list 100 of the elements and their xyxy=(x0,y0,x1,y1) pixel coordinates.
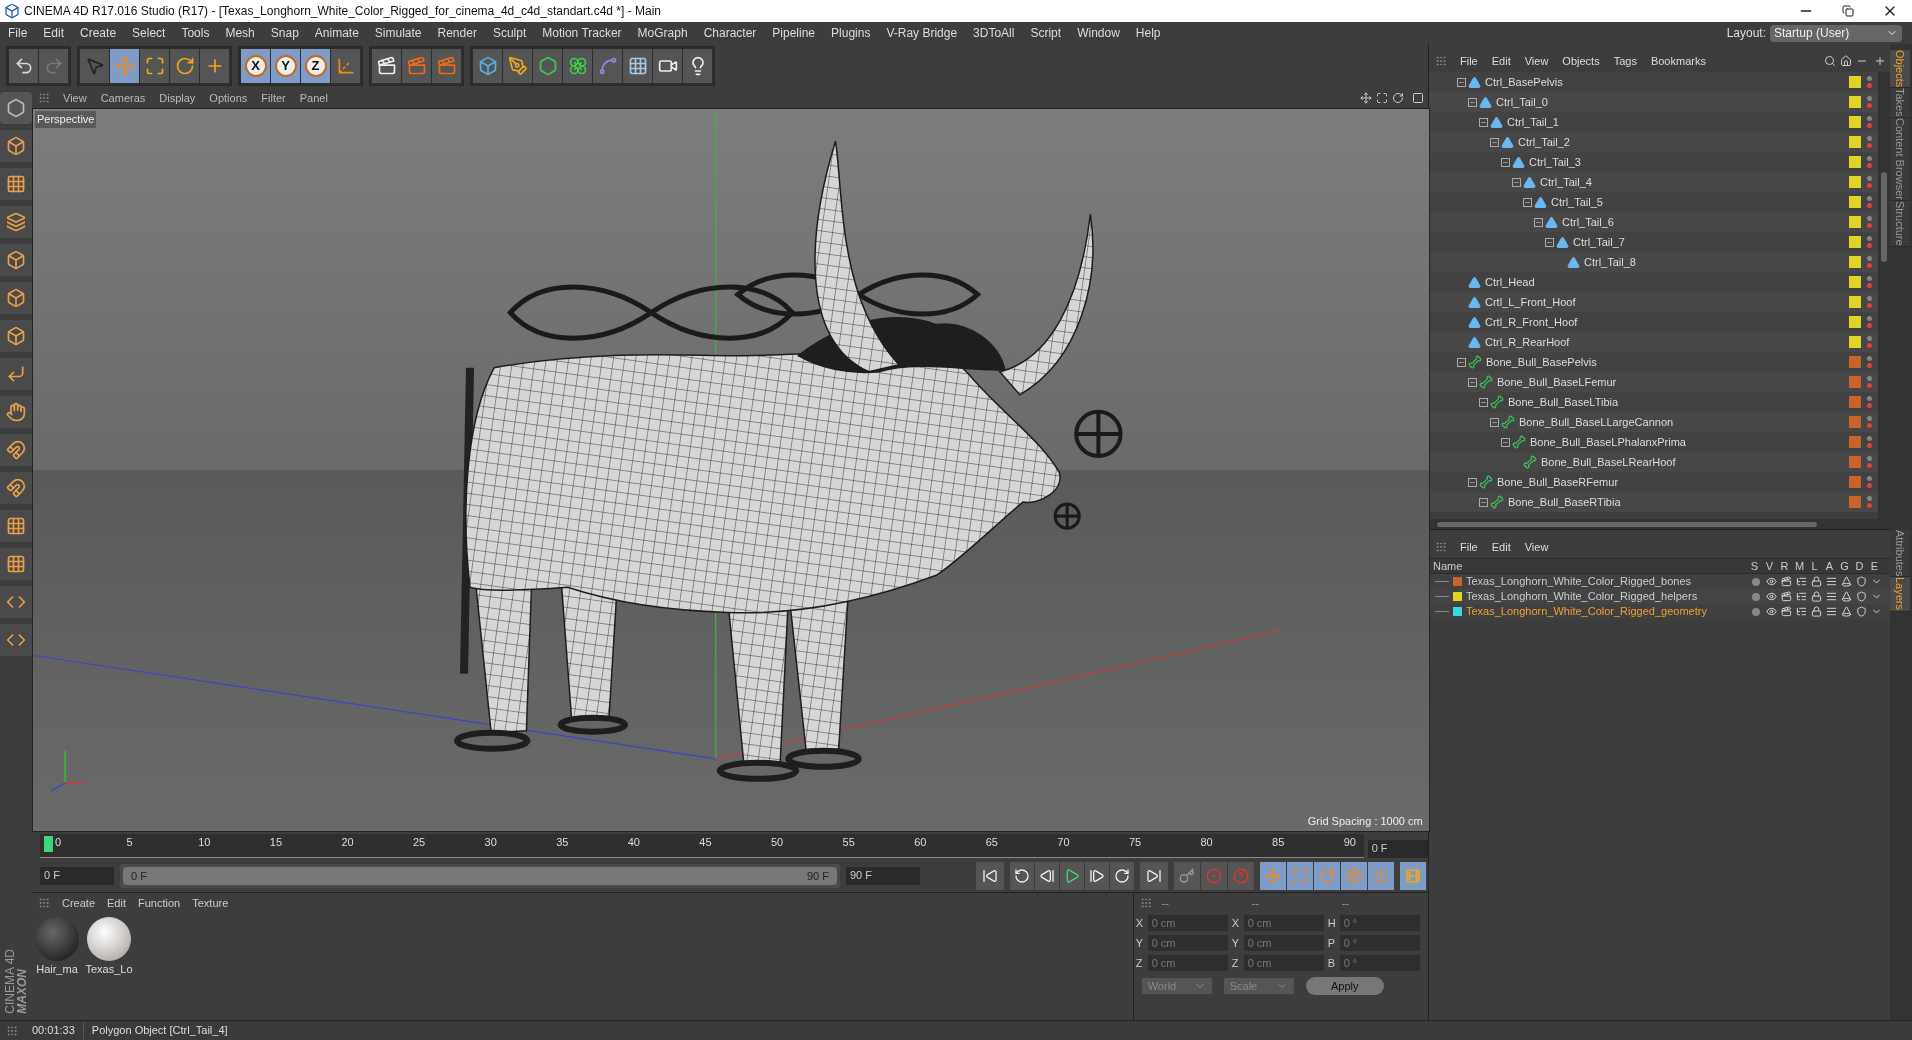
material-name[interactable]: Hair_ma xyxy=(36,961,78,978)
visibility-dots-icon[interactable] xyxy=(1867,196,1872,208)
object-row[interactable]: Crtl_R_Front_Hoof xyxy=(1429,312,1878,332)
object-menu-item[interactable]: File xyxy=(1453,52,1485,70)
visibility-dots-icon[interactable] xyxy=(1867,456,1872,468)
object-menu-item[interactable]: Edit xyxy=(1484,52,1518,70)
object-name[interactable]: Ctrl_Tail_8 xyxy=(1584,253,1636,271)
floor-tool-button[interactable] xyxy=(623,49,652,83)
object-name[interactable]: Ctrl_Tail_0 xyxy=(1496,93,1548,111)
collapse-icon[interactable] xyxy=(1512,177,1521,187)
visibility-dots-icon[interactable] xyxy=(1867,116,1872,128)
visibility-dots-icon[interactable] xyxy=(1867,396,1872,408)
column-header[interactable]: M xyxy=(1792,557,1807,575)
collapse-icon[interactable] xyxy=(1457,77,1466,87)
object-row[interactable]: Ctrl_Tail_0 xyxy=(1429,92,1878,112)
mode-tool-button[interactable] xyxy=(0,396,32,428)
visibility-dots-icon[interactable] xyxy=(1867,176,1872,188)
collapse-icon[interactable] xyxy=(1468,97,1477,107)
menu-item[interactable]: Render xyxy=(429,24,485,42)
menu-item[interactable]: Animate xyxy=(306,24,367,42)
object-name[interactable]: Bone_Bull_BasePelvis xyxy=(1486,353,1597,371)
scale-tool-button[interactable] xyxy=(140,49,169,83)
object-name[interactable]: Ctrl_Tail_4 xyxy=(1540,173,1592,191)
menu-item[interactable]: Pipeline xyxy=(764,24,824,42)
go-to-start-button[interactable] xyxy=(975,862,1004,890)
key-filter-button[interactable] xyxy=(1313,862,1340,890)
visibility-dots-icon[interactable] xyxy=(1867,416,1872,428)
layer-name[interactable]: Texas_Longhorn_White_Color_Rigged_bones xyxy=(1466,573,1748,590)
mode-tool-button[interactable] xyxy=(0,206,32,238)
key-filter-button[interactable] xyxy=(1259,862,1286,890)
layout-dropdown[interactable]: Startup (User) xyxy=(1770,24,1902,42)
home-icon[interactable] xyxy=(1840,55,1852,67)
object-name[interactable]: Ctrl_Tail_7 xyxy=(1573,233,1625,251)
layer-menu-item[interactable]: File xyxy=(1453,538,1485,556)
object-row[interactable]: Ctrl_BasePelvis xyxy=(1429,72,1878,92)
clapperboard-icon[interactable] xyxy=(1781,576,1792,587)
mode-tool-button[interactable] xyxy=(0,282,32,314)
object-menu-item[interactable]: View xyxy=(1517,52,1556,70)
rotate-tool-button[interactable] xyxy=(170,49,199,83)
side-tab[interactable]: Structure xyxy=(1890,201,1910,247)
menu-item[interactable]: MoGraph xyxy=(629,24,696,42)
visibility-dots-icon[interactable] xyxy=(1867,76,1872,88)
axis-toggle-button[interactable]: Z xyxy=(301,49,330,83)
object-name[interactable]: Crtl_L_Front_Hoof xyxy=(1485,293,1576,311)
playback-button[interactable] xyxy=(1009,862,1034,890)
menu-item[interactable]: Tools xyxy=(173,24,218,42)
object-row[interactable]: Bone_Bull_BaseRTibia xyxy=(1429,492,1878,512)
select-tool-button[interactable] xyxy=(80,49,109,83)
clapperboard-icon[interactable] xyxy=(1781,591,1792,602)
new-panel-icon[interactable] xyxy=(1874,55,1886,67)
object-row[interactable]: Crtl_L_Front_Hoof xyxy=(1429,292,1878,312)
object-row[interactable]: Bone_Bull_BaseRFemur xyxy=(1429,472,1878,492)
material-menu-item[interactable]: Function xyxy=(132,894,187,912)
collapse-icon[interactable] xyxy=(1490,137,1499,147)
layer-menu-item[interactable]: View xyxy=(1517,538,1556,556)
playback-button[interactable] xyxy=(1059,862,1084,890)
object-menu-item[interactable]: Objects xyxy=(1555,52,1607,70)
collapse-icon[interactable] xyxy=(1523,197,1532,207)
viewport-menu-item[interactable]: View xyxy=(56,89,94,107)
material-menu-item[interactable]: Texture xyxy=(186,894,235,912)
mode-tool-button[interactable] xyxy=(0,320,32,352)
collapse-icon[interactable] xyxy=(1501,157,1510,167)
object-name[interactable]: Bone_Bull_BaseLRearHoof xyxy=(1541,453,1676,471)
undo-tool-button[interactable] xyxy=(9,49,38,83)
hierarchy-icon[interactable] xyxy=(1796,576,1807,587)
object-row[interactable]: Ctrl_Tail_7 xyxy=(1429,232,1878,252)
go-to-end-button[interactable] xyxy=(1139,862,1168,890)
collapse-icon[interactable] xyxy=(1545,237,1554,247)
eye-icon[interactable] xyxy=(1766,591,1777,602)
menu-item[interactable]: Mesh xyxy=(217,24,263,42)
visibility-dots-icon[interactable] xyxy=(1867,216,1872,228)
render-settings-tool-button[interactable] xyxy=(432,49,461,83)
object-name[interactable]: Bone_Bull_BaseLTibia xyxy=(1508,393,1619,411)
viewport-menu-item[interactable]: Panel xyxy=(292,89,335,107)
clapperboard-icon[interactable] xyxy=(1781,606,1792,617)
transform-tool-button[interactable] xyxy=(200,49,229,83)
pen-tool-button[interactable] xyxy=(503,49,532,83)
eye-icon[interactable] xyxy=(1766,606,1777,617)
visibility-dots-icon[interactable] xyxy=(1867,256,1872,268)
keyframe-button[interactable] xyxy=(1173,862,1200,890)
coords-tool-button[interactable] xyxy=(331,49,360,83)
mode-tool-button[interactable] xyxy=(0,130,32,162)
object-name[interactable]: Ctrl_Tail_5 xyxy=(1551,193,1603,211)
render-view-tool-button[interactable] xyxy=(372,49,401,83)
material-name[interactable]: Texas_Lo xyxy=(85,961,133,978)
object-name[interactable]: Ctrl_Tail_6 xyxy=(1562,213,1614,231)
visibility-dots-icon[interactable] xyxy=(1867,316,1872,328)
menu-item[interactable]: Character xyxy=(695,24,765,42)
collapse-icon[interactable] xyxy=(1468,477,1477,487)
object-menu-item[interactable]: Tags xyxy=(1606,52,1644,70)
collapse-icon[interactable] xyxy=(1479,117,1488,127)
menu-item[interactable]: Motion Tracker xyxy=(534,24,630,42)
menu-item[interactable]: Simulate xyxy=(366,24,430,42)
menu-item[interactable]: Plugins xyxy=(823,24,879,42)
mode-tool-button[interactable] xyxy=(0,168,32,200)
menu-item[interactable]: Snap xyxy=(262,24,307,42)
material-thumbnail[interactable] xyxy=(87,917,131,961)
lock-icon[interactable] xyxy=(1811,576,1822,587)
object-name[interactable]: Ctrl_BasePelvis xyxy=(1485,73,1563,91)
key-filter-button[interactable] xyxy=(1286,862,1313,890)
